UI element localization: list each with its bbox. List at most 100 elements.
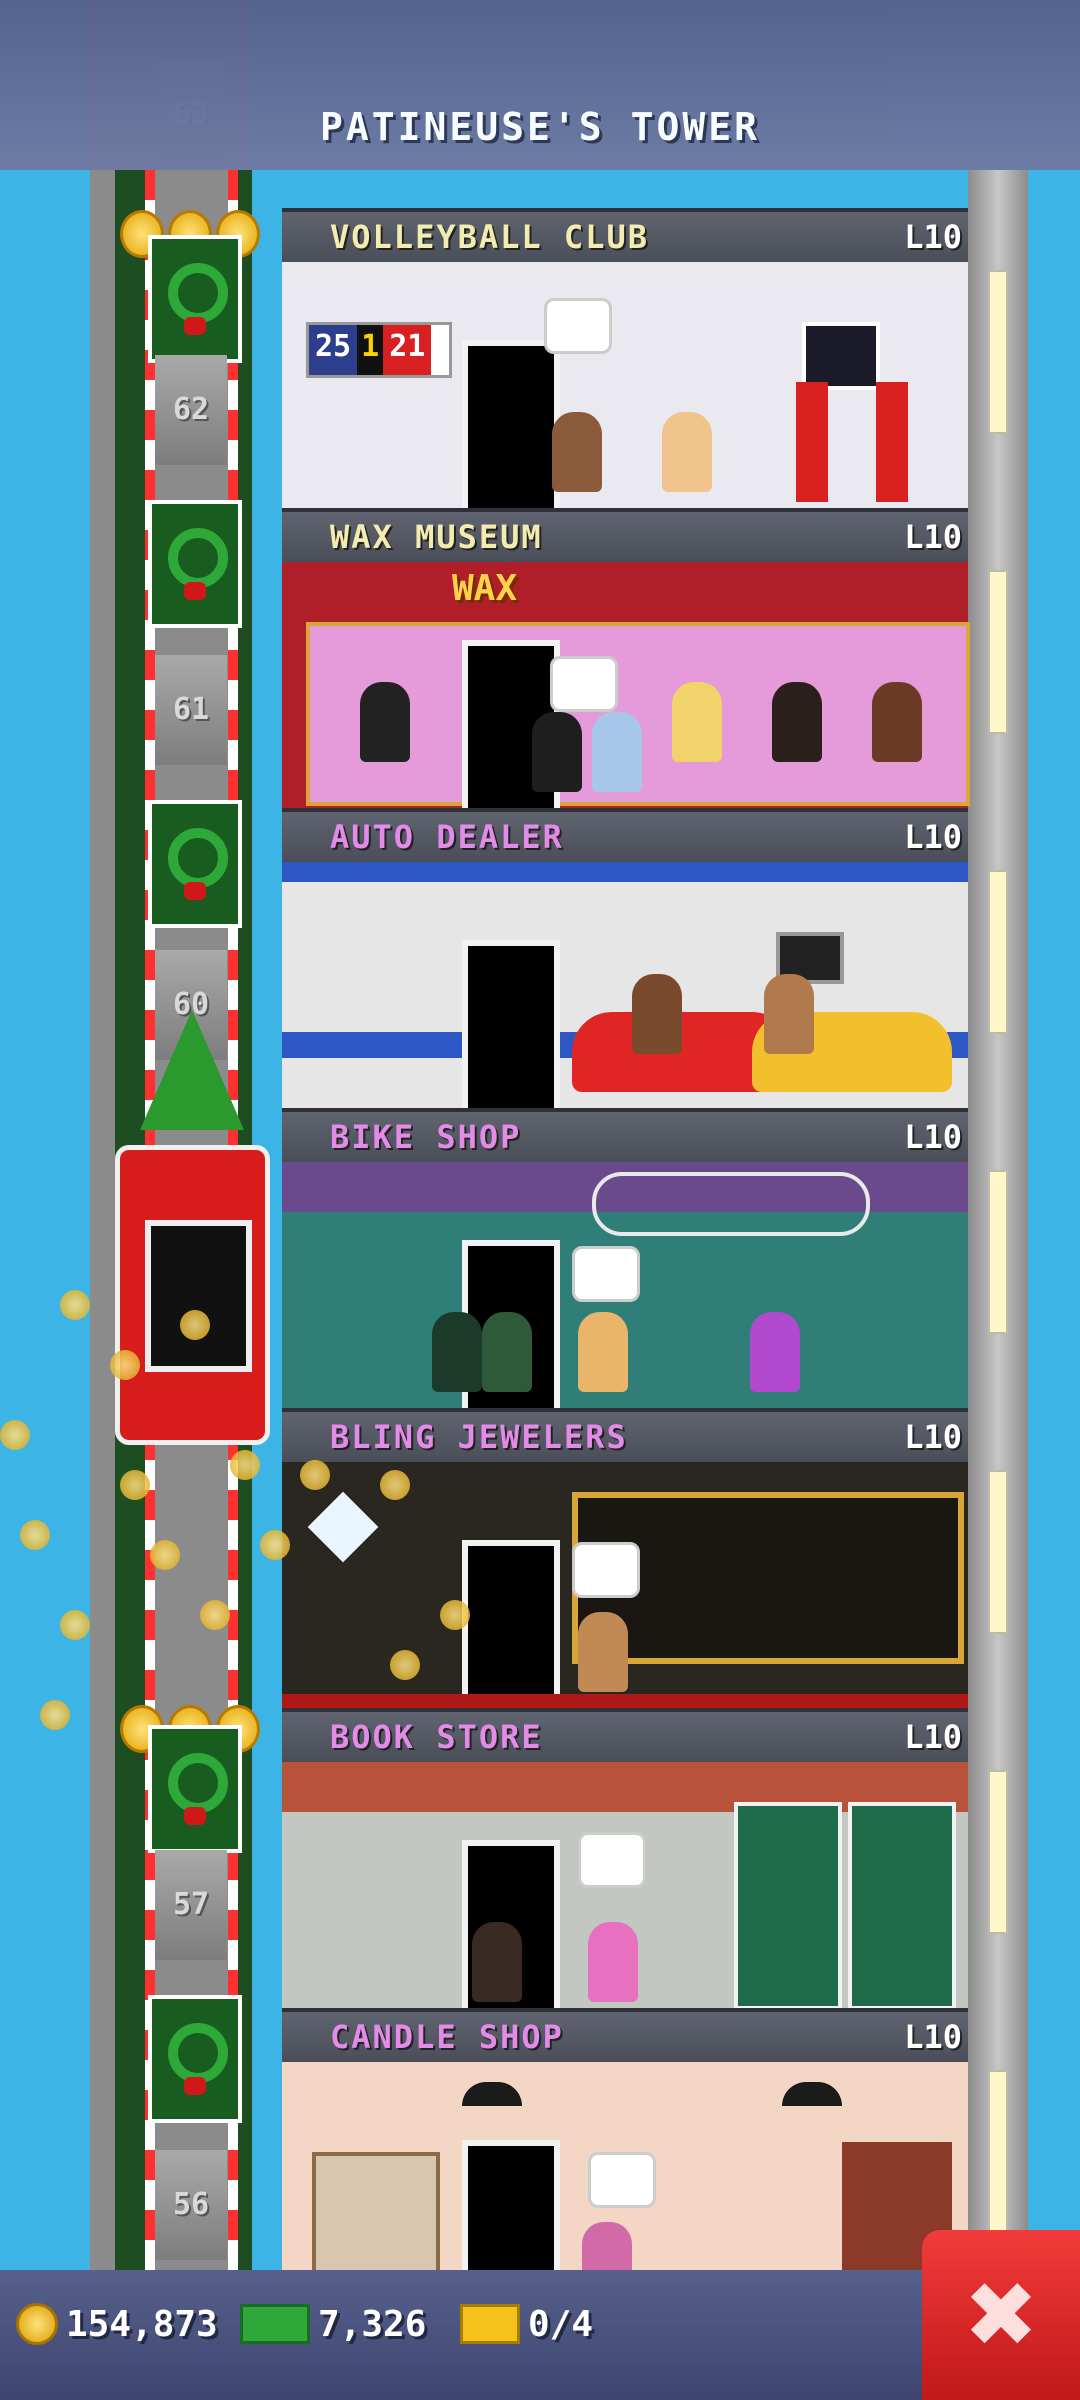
volleyball-net xyxy=(802,322,880,390)
coins-display[interactable]: 154,873 xyxy=(16,2294,218,2354)
speech-bubble[interactable] xyxy=(572,1246,640,1302)
christmas-tree-icon xyxy=(140,1010,244,1130)
tower-window xyxy=(988,1770,1008,1934)
coin-icon xyxy=(120,1470,150,1500)
floor-banner: VOLLEYBALL CLUB L10 xyxy=(282,208,968,262)
coins-value: 154,873 xyxy=(66,2303,218,2345)
floor-room xyxy=(282,1162,968,1410)
scoreboard: 25 1 21 xyxy=(306,322,452,378)
speech-bubble[interactable] xyxy=(572,1542,640,1598)
ticket-icon xyxy=(460,2304,520,2344)
ceiling-lamp-icon xyxy=(782,2082,842,2106)
score-right: 21 xyxy=(383,325,432,375)
net-post xyxy=(876,382,908,502)
floor-room xyxy=(282,862,968,1110)
cash-icon xyxy=(240,2304,310,2344)
wax-figure xyxy=(672,682,722,762)
coin-icon xyxy=(110,1350,140,1380)
coin-icon xyxy=(390,1650,420,1680)
tower-window xyxy=(988,1170,1008,1334)
wax-figure xyxy=(772,682,822,762)
wall-stripe xyxy=(282,862,968,882)
floor-book-store[interactable]: BOOK STORE L10 xyxy=(282,1708,968,2010)
floor-bling-jewelers[interactable]: BLING JEWELERS L10 xyxy=(282,1408,968,1710)
tickets-display[interactable]: 0/4 xyxy=(460,2294,593,2354)
wreath-icon xyxy=(148,500,242,628)
floor-banner: AUTO DEALER L10 xyxy=(282,808,968,862)
currency-bar: 154,873 7,326 0/4 xyxy=(0,2270,1080,2400)
speech-bubble[interactable] xyxy=(550,656,618,712)
floor-name: BLING JEWELERS xyxy=(330,1418,628,1456)
floor-auto-dealer[interactable]: AUTO DEALER L10 xyxy=(282,808,968,1110)
bitizen[interactable] xyxy=(592,712,642,792)
coin-icon xyxy=(230,1450,260,1480)
bitizen[interactable] xyxy=(662,412,712,492)
floor-number-61: 61 xyxy=(155,655,227,765)
coin-icon xyxy=(440,1600,470,1630)
bitizen[interactable] xyxy=(482,1312,532,1392)
floor-name: BOOK STORE xyxy=(330,1718,543,1756)
floor-name: VOLLEYBALL CLUB xyxy=(330,218,649,256)
floor-bike-shop[interactable]: BIKE SHOP L10 xyxy=(282,1108,968,1410)
floor-banner: BIKE SHOP L10 xyxy=(282,1108,968,1162)
floor-room: 25 1 21 xyxy=(282,262,968,510)
floor-volleyball-club[interactable]: VOLLEYBALL CLUB L10 25 1 21 xyxy=(282,208,968,510)
ceiling-lamp-icon xyxy=(462,2082,522,2106)
wreath-icon xyxy=(148,1725,242,1853)
speech-bubble[interactable] xyxy=(578,1832,646,1888)
floor-carpet xyxy=(282,1694,968,1708)
candle-shelf xyxy=(312,2152,440,2280)
close-button[interactable]: ✖ xyxy=(922,2230,1080,2400)
floor-level: L10 xyxy=(904,2018,962,2056)
wax-figure xyxy=(872,682,922,762)
floor-name: BIKE SHOP xyxy=(330,1118,522,1156)
floor-number-62: 62 xyxy=(155,355,227,465)
coin-icon xyxy=(16,2303,58,2345)
bitizen[interactable] xyxy=(578,1612,628,1692)
wax-figure xyxy=(360,682,410,762)
floor-banner: BOOK STORE L10 xyxy=(282,1708,968,1762)
net-post xyxy=(796,382,828,502)
coin-icon xyxy=(300,1460,330,1490)
tower-title: PATINEUSE'S TOWER xyxy=(320,105,760,149)
bitizen[interactable] xyxy=(552,412,602,492)
bookshelf xyxy=(734,1802,842,2010)
floor-candle-shop[interactable]: CANDLE SHOP L10 xyxy=(282,2008,968,2310)
floor-wax-museum[interactable]: WAX MUSEUM L10 WAX xyxy=(282,508,970,810)
floor-room: WAX xyxy=(282,562,970,810)
bitizen[interactable] xyxy=(632,974,682,1054)
floor-banner: CANDLE SHOP L10 xyxy=(282,2008,968,2062)
bitizen[interactable] xyxy=(432,1312,482,1392)
bitizen[interactable] xyxy=(764,974,814,1054)
floor-number-57: 57 xyxy=(155,1850,227,1960)
bitizen[interactable] xyxy=(750,1312,800,1392)
floor-level: L10 xyxy=(904,218,962,256)
tower-window xyxy=(988,270,1008,434)
bux-value: 7,326 xyxy=(318,2303,427,2345)
floor-level: L10 xyxy=(904,1118,962,1156)
floor-banner: BLING JEWELERS L10 xyxy=(282,1408,968,1462)
speech-bubble[interactable] xyxy=(588,2152,656,2208)
wreath-icon xyxy=(148,800,242,928)
elevator-door xyxy=(145,1220,252,1372)
bike-rack xyxy=(592,1172,870,1236)
floor-door xyxy=(462,340,560,510)
coin-icon xyxy=(180,1310,210,1340)
tower-window xyxy=(988,870,1008,1034)
bitizen[interactable] xyxy=(588,1922,638,2002)
speech-bubble[interactable] xyxy=(544,298,612,354)
coin-icon xyxy=(0,1420,30,1450)
tickets-value: 0/4 xyxy=(528,2303,594,2345)
elevator-car[interactable] xyxy=(115,1145,270,1445)
bux-display[interactable]: 7,326 xyxy=(240,2294,426,2354)
floor-level: L10 xyxy=(904,818,962,856)
wreath-icon xyxy=(148,1995,242,2123)
bitizen[interactable] xyxy=(578,1312,628,1392)
bitizen[interactable] xyxy=(532,712,582,792)
floor-name: AUTO DEALER xyxy=(330,818,564,856)
wreath-icon xyxy=(148,235,242,363)
floor-door xyxy=(462,940,560,1110)
floor-level: L10 xyxy=(904,518,962,556)
floor-banner: WAX MUSEUM L10 xyxy=(282,508,968,562)
bitizen[interactable] xyxy=(472,1922,522,2002)
